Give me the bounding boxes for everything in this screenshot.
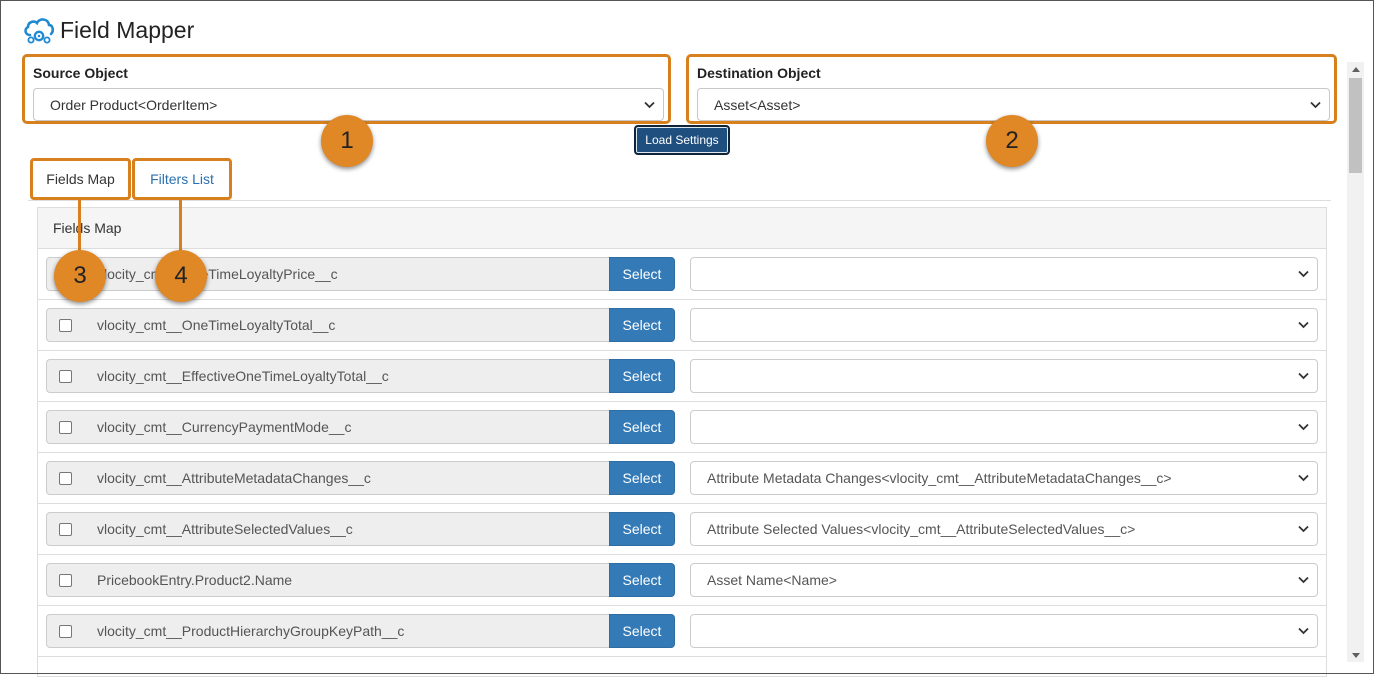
source-field-name: vlocity_cmt__EffectiveOneTimeLoyaltyTota…: [84, 359, 610, 393]
select-button[interactable]: Select: [609, 614, 675, 648]
chevron-down-icon: [1298, 270, 1309, 278]
callout-connector-4: [179, 198, 182, 254]
field-map-row: vlocity_cmt__ProductHierarchyGroupKeyPat…: [38, 606, 1326, 657]
row-checkbox[interactable]: [59, 573, 72, 587]
source-field-name: PricebookEntry.Product2.Name: [84, 563, 610, 597]
row-checkbox[interactable]: [59, 624, 72, 638]
chevron-down-icon: [1298, 423, 1309, 431]
select-button[interactable]: Select: [609, 359, 675, 393]
destination-field-select[interactable]: [690, 308, 1318, 342]
select-button[interactable]: Select: [609, 308, 675, 342]
row-checkbox-cell: [46, 614, 85, 648]
row-checkbox-cell: [46, 359, 85, 393]
chevron-down-icon: [1298, 627, 1309, 635]
callout-badge-3: 3: [54, 250, 106, 302]
callout-badge-4: 4: [155, 250, 207, 302]
source-field-name: vlocity_cmt__ProductHierarchyGroupKeyPat…: [84, 614, 610, 648]
destination-field-value: Asset Name<Name>: [707, 572, 837, 588]
load-settings-button[interactable]: Load Settings: [634, 125, 730, 155]
row-checkbox[interactable]: [59, 522, 72, 536]
panel-heading: Fields Map: [38, 208, 1326, 249]
row-checkbox-cell: [46, 512, 85, 546]
source-field-name: vlocity_cmt__AttributeSelectedValues__c: [84, 512, 610, 546]
tab-filters-list[interactable]: Filters List: [132, 158, 232, 200]
source-object-value: Order Product<OrderItem>: [50, 96, 218, 113]
destination-field-select[interactable]: [690, 614, 1318, 648]
destination-field-select[interactable]: Attribute Selected Values<vlocity_cmt__A…: [690, 512, 1318, 546]
app-title: Field Mapper: [60, 16, 195, 43]
destination-field-value: Attribute Metadata Changes<vlocity_cmt__…: [707, 470, 1172, 486]
destination-field-select[interactable]: Asset Name<Name>: [690, 563, 1318, 597]
select-button[interactable]: Select: [609, 563, 675, 597]
tab-fields-map[interactable]: Fields Map: [30, 158, 131, 200]
destination-field-select[interactable]: [690, 410, 1318, 444]
destination-field-select[interactable]: Attribute Metadata Changes<vlocity_cmt__…: [690, 461, 1318, 495]
row-checkbox-cell: [46, 308, 85, 342]
destination-object-group: Destination Object Asset<Asset>: [686, 54, 1337, 124]
source-object-group: Source Object Order Product<OrderItem>: [22, 54, 671, 124]
chevron-down-icon: [644, 101, 655, 108]
scrollbar-thumb[interactable]: [1349, 78, 1362, 173]
row-checkbox-cell: [46, 461, 85, 495]
field-map-row: vlocity_cmt__OneTimeLoyaltyTotal__c Sele…: [38, 300, 1326, 351]
field-map-row: vlocity_cmt__OneTimeLoyaltyPrice__c Sele…: [38, 249, 1326, 300]
source-field-name: vlocity_cmt__AttributeMetadataChanges__c: [84, 461, 610, 495]
chevron-down-icon: [1298, 525, 1309, 533]
vertical-scrollbar[interactable]: [1347, 62, 1364, 662]
field-map-row: vlocity_cmt__CurrencyPaymentMode__c Sele…: [38, 402, 1326, 453]
destination-field-select[interactable]: [690, 359, 1318, 393]
select-button[interactable]: Select: [609, 461, 675, 495]
fields-map-panel: Fields Map vlocity_cmt__OneTimeLoyaltyPr…: [37, 207, 1327, 677]
select-button[interactable]: Select: [609, 257, 675, 291]
source-object-label: Source Object: [33, 65, 128, 81]
app-header: Field Mapper: [22, 14, 194, 46]
chevron-down-icon: [1310, 101, 1321, 108]
destination-field-select[interactable]: [690, 257, 1318, 291]
row-checkbox[interactable]: [59, 318, 72, 332]
row-checkbox[interactable]: [59, 420, 72, 434]
destination-field-value: Attribute Selected Values<vlocity_cmt__A…: [707, 521, 1136, 537]
field-map-row: vlocity_cmt__AttributeSelectedValues__c …: [38, 504, 1326, 555]
tab-strip: [28, 200, 1331, 201]
field-map-row: PricebookEntry.Product2.Name Select Asse…: [38, 555, 1326, 606]
scroll-up-arrow-icon[interactable]: [1347, 62, 1364, 76]
row-checkbox[interactable]: [59, 471, 72, 485]
row-checkbox-cell: [46, 563, 85, 597]
scroll-down-arrow-icon[interactable]: [1347, 648, 1364, 662]
row-checkbox-cell: [46, 410, 85, 444]
chevron-down-icon: [1298, 576, 1309, 584]
chevron-down-icon: [1298, 321, 1309, 329]
row-checkbox[interactable]: [59, 369, 72, 383]
callout-badge-1: 1: [321, 115, 373, 167]
chevron-down-icon: [1298, 372, 1309, 380]
source-field-name: vlocity_cmt__OneTimeLoyaltyTotal__c: [84, 308, 610, 342]
destination-object-label: Destination Object: [697, 65, 821, 81]
field-map-row: vlocity_cmt__AttributeMetadataChanges__c…: [38, 453, 1326, 504]
callout-connector-3: [78, 198, 81, 254]
destination-object-value: Asset<Asset>: [714, 96, 801, 113]
select-button[interactable]: Select: [609, 512, 675, 546]
cloud-gear-icon: [24, 18, 55, 44]
source-field-name: vlocity_cmt__CurrencyPaymentMode__c: [84, 410, 610, 444]
select-button[interactable]: Select: [609, 410, 675, 444]
callout-badge-2: 2: [986, 115, 1038, 167]
field-map-row: vlocity_cmt__EffectiveOneTimeLoyaltyTota…: [38, 351, 1326, 402]
chevron-down-icon: [1298, 474, 1309, 482]
